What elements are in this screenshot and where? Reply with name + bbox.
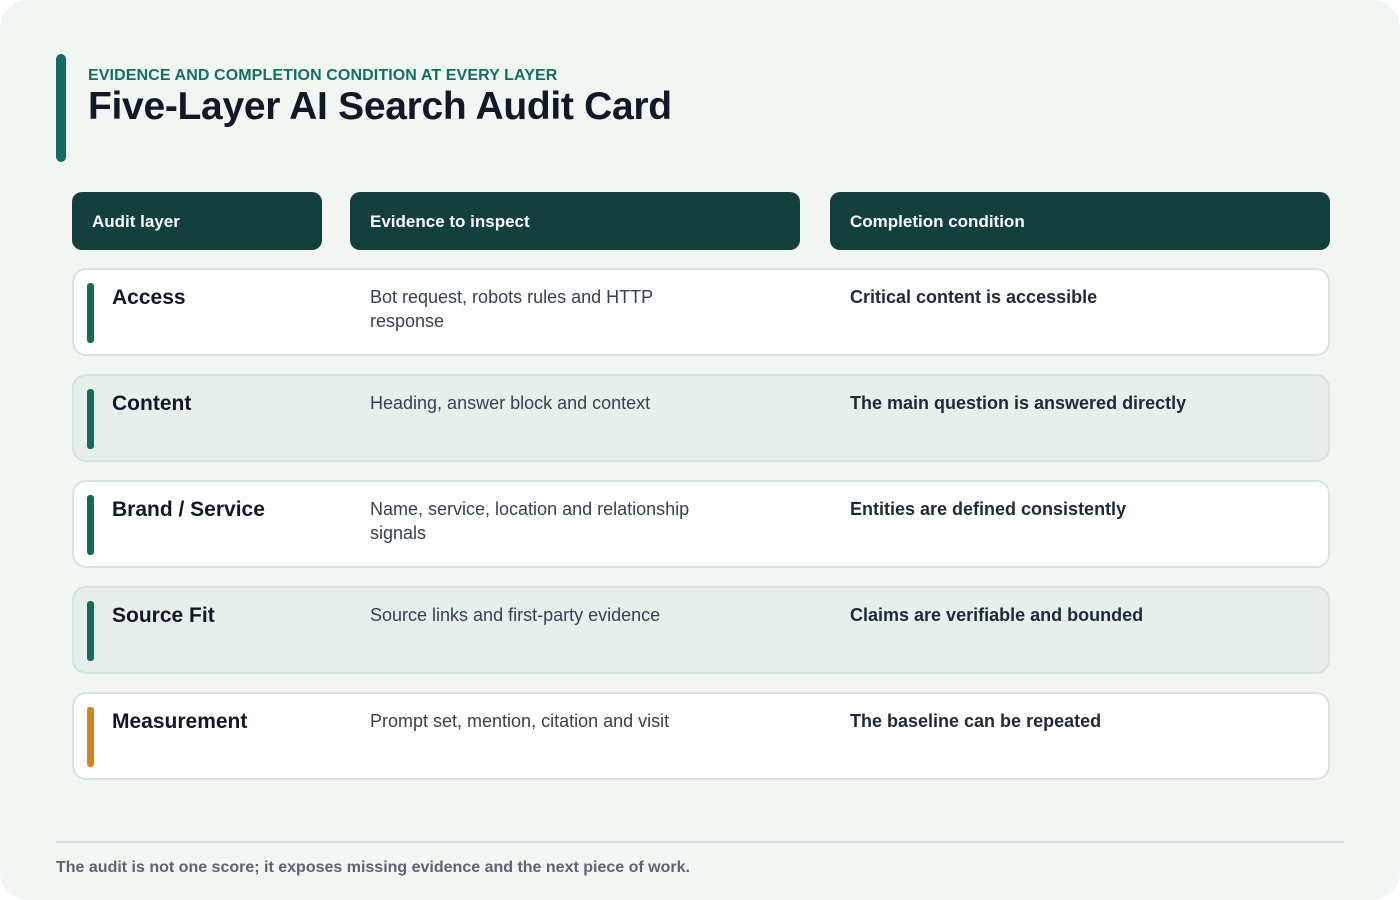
row-accent-bar xyxy=(87,601,94,661)
audit-layer-name: Source Fit xyxy=(112,604,215,627)
table-row: Access Bot request, robots rules and HTT… xyxy=(72,268,1330,356)
title-accent-bar xyxy=(56,54,66,162)
evidence-text: Source links and first-party evidence xyxy=(370,605,661,625)
eyebrow-label: EVIDENCE AND COMPLETION CONDITION AT EVE… xyxy=(88,67,558,84)
row-accent-bar xyxy=(87,283,94,343)
footer-note: The audit is not one score; it exposes m… xyxy=(56,859,690,876)
audit-layer-name: Measurement xyxy=(112,710,248,733)
completion-condition-text: Entities are defined consistently xyxy=(850,499,1127,519)
row-accent-bar xyxy=(87,495,94,555)
completion-condition-text: The baseline can be repeated xyxy=(850,711,1102,731)
row-accent-bar xyxy=(87,707,94,767)
completion-condition-text: The main question is answered directly xyxy=(850,393,1187,413)
footer-divider xyxy=(56,841,1344,843)
evidence-text: Prompt set, mention, citation and visit xyxy=(370,711,670,731)
table-row: Measurement Prompt set, mention, citatio… xyxy=(72,692,1330,780)
evidence-text: Bot request, robots rules and HTTP respo… xyxy=(370,287,653,331)
evidence-text: Name, service, location and relationship… xyxy=(370,499,690,543)
evidence-text: Heading, answer block and context xyxy=(370,393,651,413)
audit-layer-name: Content xyxy=(112,392,192,415)
column-header-completion: Completion condition xyxy=(830,192,1330,250)
table-row: Source Fit Source links and first-party … xyxy=(72,586,1330,674)
table-row: Brand / Service Name, service, location … xyxy=(72,480,1330,568)
audit-layer-name: Brand / Service xyxy=(112,498,265,521)
column-header-audit-layer: Audit layer xyxy=(72,192,322,250)
audit-card: EVIDENCE AND COMPLETION CONDITION AT EVE… xyxy=(0,0,1400,900)
completion-condition-text: Critical content is accessible xyxy=(850,287,1098,307)
page-title: Five-Layer AI Search Audit Card xyxy=(88,85,672,128)
column-header-evidence: Evidence to inspect xyxy=(350,192,800,250)
row-accent-bar xyxy=(87,389,94,449)
audit-layer-name: Access xyxy=(112,286,186,309)
table-row: Content Heading, answer block and contex… xyxy=(72,374,1330,462)
completion-condition-text: Claims are verifiable and bounded xyxy=(850,605,1144,625)
